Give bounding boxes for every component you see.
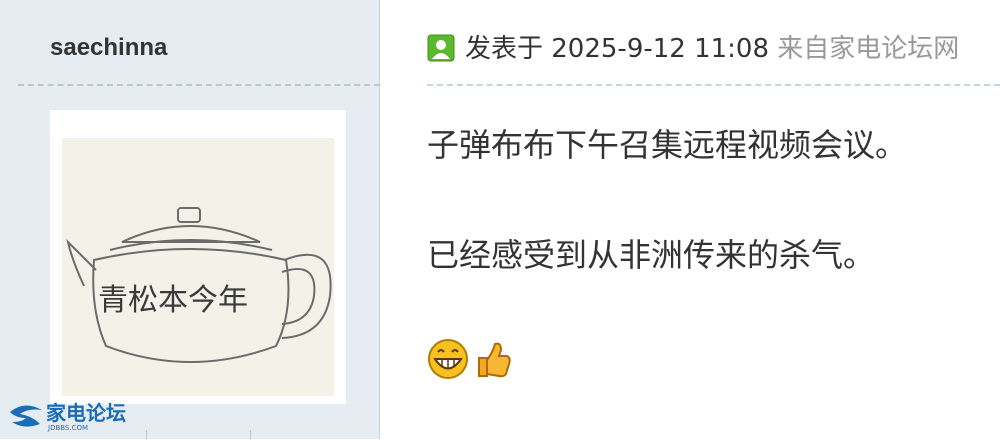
avatar[interactable]: 青松本今年 bbox=[50, 110, 346, 404]
thumbs-up-icon bbox=[478, 342, 511, 378]
post-content: 发表于 2025-9-12 11:08 来自家电论坛网 子弹布布下午召集远程视频… bbox=[381, 0, 1000, 439]
author-username[interactable]: saechinna bbox=[50, 34, 167, 62]
online-status-icon bbox=[427, 34, 455, 62]
forum-logo-icon: 家电论坛 JDBBS.COM bbox=[10, 401, 126, 432]
post-text-line: 已经感受到从非洲传来的杀气。 bbox=[427, 236, 876, 274]
post-text-line: 子弹布布下午召集远程视频会议。 bbox=[427, 126, 908, 164]
post-meta: 发表于 2025-9-12 11:08 来自家电论坛网 bbox=[427, 28, 959, 65]
grinning-face-icon bbox=[428, 339, 468, 379]
teapot-avatar-icon: 青松本今年 bbox=[50, 110, 346, 404]
post-timestamp: 发表于 2025-9-12 11:08 bbox=[465, 34, 770, 64]
stat-column-divider bbox=[250, 430, 251, 439]
svg-text:家电论坛: 家电论坛 bbox=[46, 401, 126, 425]
svg-text:青松本今年: 青松本今年 bbox=[98, 283, 248, 318]
post-source-link[interactable]: 来自家电论坛网 bbox=[777, 34, 959, 64]
sidebar-divider bbox=[18, 84, 380, 86]
meta-divider bbox=[427, 84, 1000, 86]
stat-column-divider bbox=[146, 430, 147, 439]
author-sidebar: saechinna 青松本今年 家电论坛 JDBBS.COM bbox=[0, 0, 380, 439]
svg-text:JDBBS.COM: JDBBS.COM bbox=[47, 424, 88, 432]
forum-watermark: 家电论坛 JDBBS.COM bbox=[6, 396, 146, 436]
